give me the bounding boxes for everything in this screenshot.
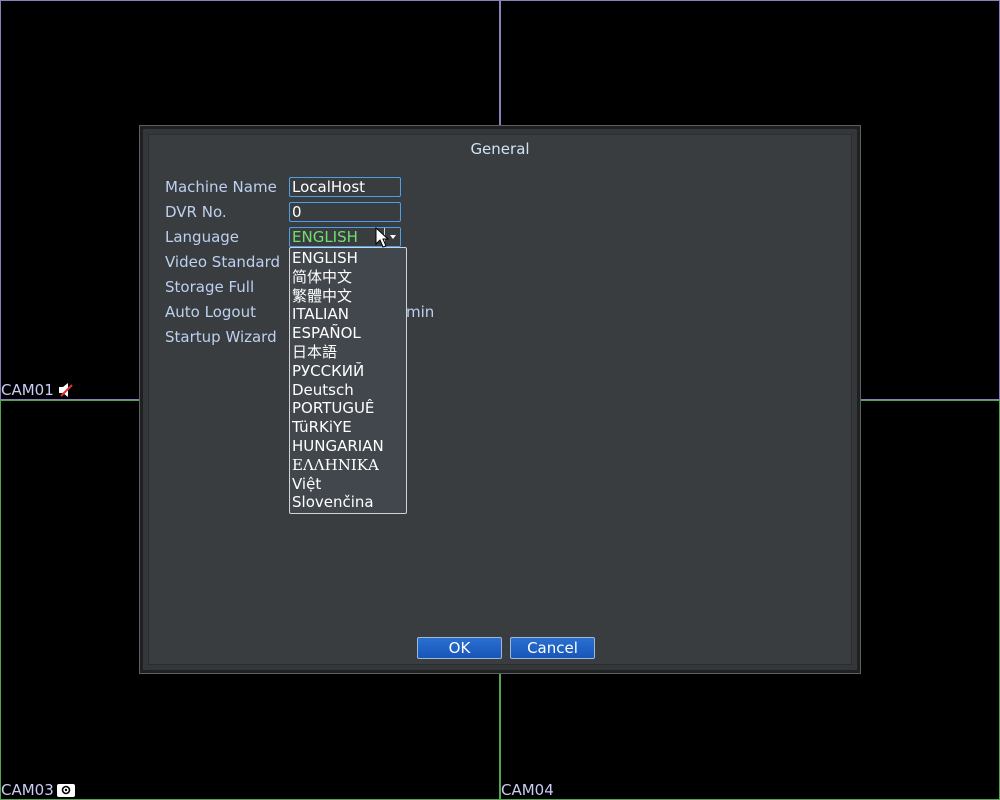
machine-name-label: Machine Name (165, 178, 277, 196)
camera-label-3-text: CAM03 (1, 781, 54, 799)
language-option[interactable]: Deutsch (290, 381, 406, 400)
language-option[interactable]: 简体中文 (290, 268, 406, 287)
auto-logout-unit: min (406, 303, 435, 321)
video-standard-label: Video Standard (165, 253, 281, 271)
language-option[interactable]: Việt (290, 475, 406, 494)
dvr-no-label: DVR No. (165, 203, 227, 221)
machine-name-input[interactable] (289, 177, 401, 197)
mouse-cursor-icon (375, 227, 389, 248)
language-label: Language (165, 228, 240, 246)
dialog-body: General Machine Name DVR No. Language EN… (148, 134, 852, 665)
camera-label-1-text: CAM01 (1, 381, 54, 399)
language-option[interactable]: ENGLISH (290, 249, 406, 268)
camera-label-4-text: CAM04 (501, 781, 554, 799)
camera-label-3: CAM03 (1, 781, 75, 799)
language-selected-value: ENGLISH (292, 228, 358, 246)
dvr-screen: CAM01 CAM03 CAM04 General Machine Name D… (0, 0, 1000, 800)
dvr-no-input[interactable] (289, 202, 401, 222)
language-dropdown-list: ENGLISH 简体中文 繁體中文 ITALIAN ESPAÑOL 日本語 РУ… (289, 247, 407, 515)
record-camera-icon (56, 783, 75, 797)
language-option[interactable]: 日本語 (290, 343, 406, 362)
ok-button[interactable]: OK (417, 637, 502, 659)
storage-full-label: Storage Full (165, 278, 255, 296)
auto-logout-label: Auto Logout (165, 303, 256, 321)
language-option[interactable]: 繁體中文 (290, 287, 406, 306)
startup-wizard-label: Startup Wizard (165, 328, 277, 346)
language-option[interactable]: ESPAÑOL (290, 324, 406, 343)
language-option[interactable]: TüRKiYE (290, 418, 406, 437)
language-option[interactable]: РУССКИЙ (290, 362, 406, 381)
speaker-muted-icon (58, 383, 73, 397)
camera-label-1: CAM01 (1, 381, 75, 399)
language-option[interactable]: ITALIAN (290, 305, 406, 324)
dialog-title: General (470, 140, 530, 158)
language-option[interactable]: Slovenčina (290, 493, 406, 512)
language-option[interactable]: HUNGARIAN (290, 437, 406, 456)
language-option[interactable]: ΕΛΛΗΝΙΚΑ (290, 456, 406, 475)
general-settings-dialog: General Machine Name DVR No. Language EN… (139, 125, 861, 674)
camera-label-4: CAM04 (501, 781, 554, 799)
chevron-down-icon (389, 235, 396, 239)
language-option[interactable]: PORTUGUÊ (290, 399, 406, 418)
cancel-button[interactable]: Cancel (510, 637, 595, 659)
